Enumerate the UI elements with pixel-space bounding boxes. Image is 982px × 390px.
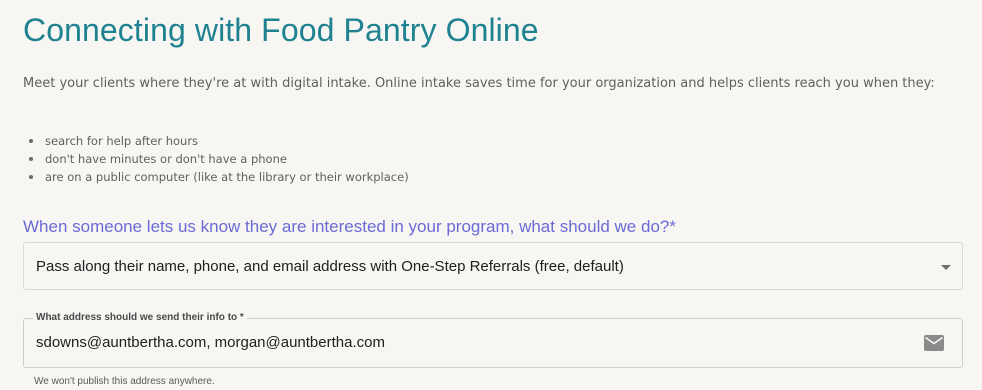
email-helper-text: We won't publish this address anywhere. [34, 376, 215, 387]
bullet-icon [29, 157, 33, 161]
bullet-icon [29, 175, 33, 179]
referral-question: When someone lets us know they are inter… [23, 217, 676, 236]
mail-icon[interactable] [924, 335, 944, 351]
page: Connecting with Food Pantry Online Meet … [0, 0, 982, 390]
intro-text: Meet your clients where they're at with … [23, 76, 935, 91]
list-item-text: search for help after hours [45, 134, 199, 148]
email-input[interactable] [36, 331, 896, 355]
caret-down-icon[interactable] [941, 265, 951, 270]
list-item-text: are on a public computer (like at the li… [45, 170, 409, 184]
email-address-field: What address should we send their info t… [23, 311, 963, 368]
list-item: don't have minutes or don't have a phone [23, 150, 409, 168]
list-item-text: don't have minutes or don't have a phone [45, 152, 287, 166]
list-item: are on a public computer (like at the li… [23, 168, 409, 186]
list-item: search for help after hours [23, 132, 409, 150]
bullet-icon [29, 139, 33, 143]
selected-option: Pass along their name, phone, and email … [36, 258, 624, 275]
referral-method-select[interactable]: Pass along their name, phone, and email … [23, 242, 963, 290]
email-field-label: What address should we send their info t… [33, 311, 247, 325]
page-title: Connecting with Food Pantry Online [23, 12, 539, 48]
benefits-list: search for help after hours don't have m… [23, 132, 409, 186]
